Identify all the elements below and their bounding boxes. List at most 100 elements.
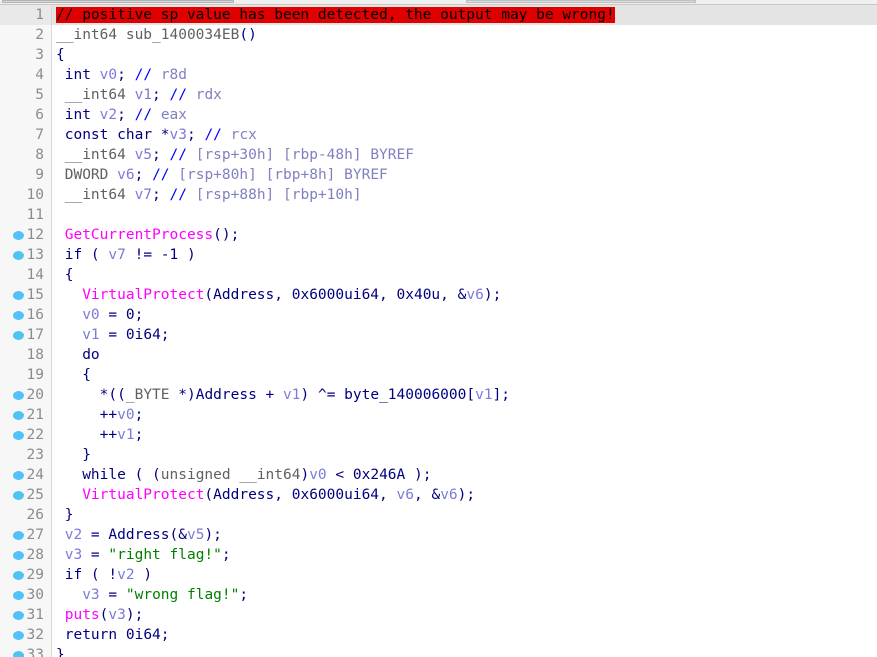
code-line[interactable]: 13 if ( v7 != -1 ): [0, 245, 877, 265]
code-line[interactable]: 27 v2 = Address(&v5);: [0, 525, 877, 545]
line-gutter[interactable]: 24: [0, 465, 52, 485]
breakpoint-dot-icon[interactable]: [13, 331, 24, 340]
token-variable[interactable]: v2: [65, 527, 82, 543]
breakpoint-dot-icon[interactable]: [13, 531, 24, 540]
line-content[interactable]: int v2; // eax: [56, 105, 187, 125]
pseudocode-editor[interactable]: 1 // positive sp value has been detected…: [0, 5, 877, 657]
line-gutter[interactable]: 23: [0, 445, 52, 465]
breakpoint-dot-icon[interactable]: [13, 551, 24, 560]
line-content[interactable]: if ( !v2 ): [56, 565, 152, 585]
line-content[interactable]: VirtualProtect(Address, 0x6000ui64, v6, …: [56, 485, 475, 505]
breakpoint-dot-icon[interactable]: [13, 611, 24, 620]
token-api-call[interactable]: puts: [65, 607, 100, 623]
line-gutter[interactable]: 11: [0, 205, 52, 225]
line-content[interactable]: }: [56, 645, 65, 657]
code-line[interactable]: 33 }: [0, 645, 877, 657]
code-line[interactable]: 6 int v2; // eax: [0, 105, 877, 125]
line-content[interactable]: if ( v7 != -1 ): [56, 245, 196, 265]
breakpoint-dot-icon[interactable]: [13, 411, 24, 420]
line-content[interactable]: puts(v3);: [56, 605, 144, 625]
token-variable[interactable]: v1: [283, 387, 300, 403]
code-line[interactable]: 12 GetCurrentProcess();: [0, 225, 877, 245]
code-line[interactable]: 22 ++v1;: [0, 425, 877, 445]
line-content[interactable]: // positive sp value has been detected, …: [56, 5, 615, 25]
line-gutter[interactable]: 9: [0, 165, 52, 185]
line-content[interactable]: {: [56, 265, 74, 285]
code-line[interactable]: 29 if ( !v2 ): [0, 565, 877, 585]
line-gutter[interactable]: 6: [0, 105, 52, 125]
breakpoint-dot-icon[interactable]: [13, 311, 24, 320]
line-content[interactable]: __int64 v7; // [rsp+88h] [rbp+10h]: [56, 185, 362, 205]
code-line[interactable]: 10 __int64 v7; // [rsp+88h] [rbp+10h]: [0, 185, 877, 205]
line-content[interactable]: {: [56, 45, 65, 65]
line-gutter[interactable]: 32: [0, 625, 52, 645]
token-variable[interactable]: v3: [82, 587, 99, 603]
line-content[interactable]: __int64 v1; // rdx: [56, 85, 222, 105]
token-variable[interactable]: v7: [135, 187, 152, 203]
token-symbol-byte-array[interactable]: byte_140006000: [344, 387, 466, 403]
breakpoint-dot-icon[interactable]: [13, 631, 24, 640]
code-line[interactable]: 5 __int64 v1; // rdx: [0, 85, 877, 105]
token-variable[interactable]: v2: [117, 567, 134, 583]
line-gutter[interactable]: 3: [0, 45, 52, 65]
code-line[interactable]: 17 v1 = 0i64;: [0, 325, 877, 345]
line-gutter[interactable]: 22: [0, 425, 52, 445]
line-content[interactable]: return 0i64;: [56, 625, 170, 645]
breakpoint-dot-icon[interactable]: [13, 491, 24, 500]
code-line[interactable]: 4 int v0; // r8d: [0, 65, 877, 85]
token-string-right-flag[interactable]: "right flag!": [108, 547, 222, 563]
line-content[interactable]: }: [56, 505, 74, 525]
line-gutter[interactable]: 2: [0, 25, 52, 45]
code-line[interactable]: 21 ++v0;: [0, 405, 877, 425]
token-symbol-address[interactable]: Address: [108, 527, 169, 543]
token-symbol-address[interactable]: Address: [213, 287, 274, 303]
token-symbol-address[interactable]: Address: [196, 387, 257, 403]
token-symbol-address[interactable]: Address: [213, 487, 274, 503]
breakpoint-dot-icon[interactable]: [13, 651, 24, 657]
token-variable[interactable]: v6: [397, 487, 414, 503]
line-gutter[interactable]: 13: [0, 245, 52, 265]
line-gutter[interactable]: 30: [0, 585, 52, 605]
code-line[interactable]: 20 *((_BYTE *)Address + v1) ^= byte_1400…: [0, 385, 877, 405]
code-line[interactable]: 31 puts(v3);: [0, 605, 877, 625]
line-gutter[interactable]: 7: [0, 125, 52, 145]
line-content[interactable]: __int64 sub_1400034EB(): [56, 25, 257, 45]
line-content[interactable]: ++v0;: [56, 405, 144, 425]
code-line[interactable]: 3 {: [0, 45, 877, 65]
line-content[interactable]: do: [56, 345, 99, 365]
code-line[interactable]: 30 v3 = "wrong flag!";: [0, 585, 877, 605]
code-line[interactable]: 15 VirtualProtect(Address, 0x6000ui64, 0…: [0, 285, 877, 305]
token-string-wrong-flag[interactable]: "wrong flag!": [126, 587, 240, 603]
line-content[interactable]: v1 = 0i64;: [56, 325, 169, 345]
line-gutter[interactable]: 20: [0, 385, 52, 405]
line-gutter[interactable]: 33: [0, 645, 52, 657]
token-variable[interactable]: v5: [187, 527, 204, 543]
breakpoint-dot-icon[interactable]: [13, 251, 24, 260]
token-variable[interactable]: v5: [135, 147, 152, 163]
token-variable[interactable]: v3: [170, 127, 187, 143]
line-gutter[interactable]: 26: [0, 505, 52, 525]
code-line[interactable]: 8 __int64 v5; // [rsp+30h] [rbp-48h] BYR…: [0, 145, 877, 165]
code-line[interactable]: 2 __int64 sub_1400034EB(): [0, 25, 877, 45]
line-content[interactable]: DWORD v6; // [rsp+80h] [rbp+8h] BYREF: [56, 165, 388, 185]
line-gutter[interactable]: 15: [0, 285, 52, 305]
breakpoint-dot-icon[interactable]: [13, 591, 24, 600]
token-variable[interactable]: v0: [82, 307, 99, 323]
token-variable[interactable]: v2: [100, 107, 117, 123]
line-content[interactable]: v0 = 0;: [56, 305, 143, 325]
line-content[interactable]: while ( (unsigned __int64)v0 < 0x246A );: [56, 465, 431, 485]
line-gutter[interactable]: 28: [0, 545, 52, 565]
line-content[interactable]: *((_BYTE *)Address + v1) ^= byte_1400060…: [56, 385, 510, 405]
line-content[interactable]: }: [56, 445, 91, 465]
token-variable[interactable]: v7: [108, 247, 125, 263]
line-gutter[interactable]: 29: [0, 565, 52, 585]
code-line[interactable]: 18 do: [0, 345, 877, 365]
line-gutter[interactable]: 21: [0, 405, 52, 425]
token-api-call[interactable]: VirtualProtect: [82, 487, 204, 503]
code-line[interactable]: 9 DWORD v6; // [rsp+80h] [rbp+8h] BYREF: [0, 165, 877, 185]
token-variable[interactable]: v1: [475, 387, 492, 403]
code-line[interactable]: 19 {: [0, 365, 877, 385]
line-gutter[interactable]: 4: [0, 65, 52, 85]
line-gutter[interactable]: 1: [0, 5, 52, 25]
line-gutter[interactable]: 8: [0, 145, 52, 165]
